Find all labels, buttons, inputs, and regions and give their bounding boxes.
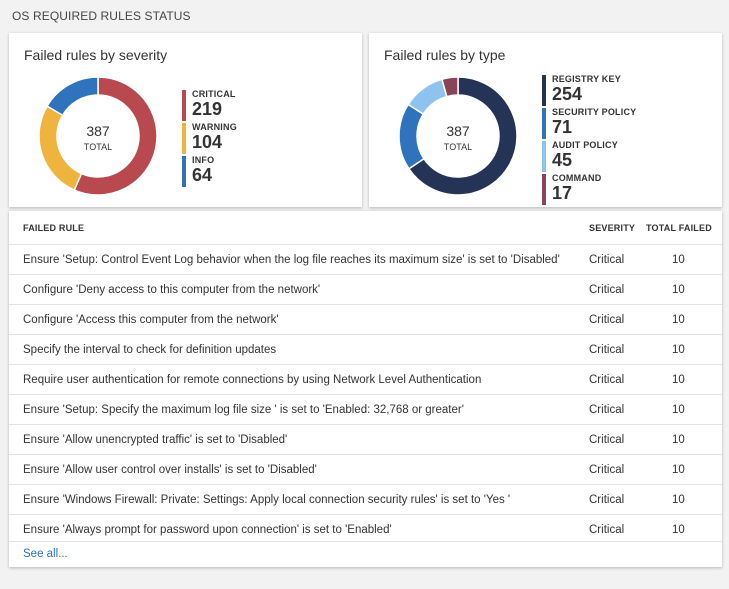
type-total-value: 387 — [446, 123, 470, 139]
see-all-link[interactable]: See all... — [23, 548, 68, 560]
table-header-row: FAILED RULE SEVERITY TOTAL FAILED — [9, 211, 722, 245]
severity-card[interactable]: Failed rules by severity 387 TOTAL CRITI… — [9, 33, 362, 207]
severity-cell: Critical — [589, 454, 646, 485]
type-legend-color-bar — [542, 75, 546, 106]
severity-legend-item[interactable]: CRITICAL 219 — [182, 88, 237, 121]
type-legend-color-bar — [542, 174, 546, 205]
severity-cell: Critical — [589, 334, 646, 365]
type-legend-item[interactable]: REGISTRY KEY 254 — [542, 73, 636, 106]
total-failed-cell: 10 — [646, 514, 722, 544]
severity-cell: Critical — [589, 244, 646, 275]
severity-legend-color-bar — [182, 90, 186, 121]
rule-cell: Ensure 'Always prompt for password upon … — [9, 514, 589, 544]
severity-total-label: TOTAL — [84, 142, 112, 152]
type-legend-value: 254 — [552, 84, 583, 104]
severity-donut-segment[interactable] — [38, 105, 83, 192]
page-title: OS REQUIRED RULES STATUS — [12, 9, 191, 23]
column-header-failed-rule[interactable]: FAILED RULE — [9, 211, 589, 245]
type-legend-label: SECURITY POLICY — [552, 107, 637, 117]
total-failed-cell: 10 — [646, 274, 722, 305]
rule-cell: Ensure 'Setup: Control Event Log behavio… — [9, 244, 589, 275]
severity-cell: Critical — [589, 484, 646, 515]
table-row[interactable]: Configure 'Access this computer from the… — [9, 304, 722, 335]
severity-legend-label: INFO — [192, 155, 215, 165]
table-footer-divider — [9, 541, 722, 542]
severity-donut-segment[interactable] — [46, 76, 99, 117]
table-row[interactable]: Ensure 'Setup: Specify the maximum log f… — [9, 394, 722, 425]
severity-donut-chart: 387 TOTAL — [38, 76, 158, 196]
table-row[interactable]: Configure 'Deny access to this computer … — [9, 274, 722, 305]
type-legend-label: REGISTRY KEY — [552, 74, 621, 84]
failed-rules-table-card: FAILED RULE SEVERITY TOTAL FAILED Ensure… — [9, 211, 722, 567]
severity-legend-value: 64 — [192, 165, 213, 185]
total-failed-cell: 10 — [646, 424, 722, 455]
type-legend-color-bar — [542, 108, 546, 139]
severity-card-title: Failed rules by severity — [24, 47, 168, 63]
total-failed-cell: 10 — [646, 364, 722, 395]
total-failed-cell: 10 — [646, 484, 722, 515]
severity-cell: Critical — [589, 274, 646, 305]
severity-legend-item[interactable]: INFO 64 — [182, 154, 237, 187]
failed-rules-table: FAILED RULE SEVERITY TOTAL FAILED Ensure… — [9, 211, 722, 544]
table-row[interactable]: Ensure 'Allow user control over installs… — [9, 454, 722, 485]
type-legend-item[interactable]: SECURITY POLICY 71 — [542, 106, 636, 139]
rule-cell: Ensure 'Setup: Specify the maximum log f… — [9, 394, 589, 425]
type-legend-item[interactable]: COMMAND 17 — [542, 172, 636, 205]
type-donut-segment[interactable] — [398, 103, 425, 170]
table-row[interactable]: Ensure 'Windows Firewall: Private: Setti… — [9, 484, 722, 515]
total-failed-cell: 10 — [646, 304, 722, 335]
rule-cell: Specify the interval to check for defini… — [9, 334, 589, 365]
type-legend-value: 45 — [552, 150, 573, 170]
severity-cell: Critical — [589, 514, 646, 544]
total-failed-cell: 10 — [646, 244, 722, 275]
table-row[interactable]: Ensure 'Always prompt for password upon … — [9, 514, 722, 544]
type-legend-label: AUDIT POLICY — [552, 140, 618, 150]
rule-cell: Ensure 'Allow unencrypted traffic' is se… — [9, 424, 589, 455]
type-legend-color-bar — [542, 141, 546, 172]
severity-legend-value: 104 — [192, 132, 223, 152]
type-donut-chart: 387 TOTAL — [398, 76, 518, 196]
type-donut-segment[interactable] — [407, 78, 448, 116]
total-failed-cell: 10 — [646, 334, 722, 365]
severity-total-value: 387 — [86, 123, 110, 139]
severity-cell: Critical — [589, 394, 646, 425]
table-row[interactable]: Require user authentication for remote c… — [9, 364, 722, 395]
rule-cell: Require user authentication for remote c… — [9, 364, 589, 395]
severity-legend-value: 219 — [192, 99, 223, 119]
type-legend-value: 71 — [552, 117, 573, 137]
rule-cell: Ensure 'Allow user control over installs… — [9, 454, 589, 485]
severity-legend-color-bar — [182, 156, 186, 187]
severity-cell: Critical — [589, 304, 646, 335]
severity-legend: CRITICAL 219 WARNING 104 INFO 64 — [182, 88, 237, 187]
severity-legend-label: CRITICAL — [192, 89, 236, 99]
severity-legend-label: WARNING — [192, 122, 237, 132]
type-legend-value: 17 — [552, 183, 573, 203]
severity-legend-item[interactable]: WARNING 104 — [182, 121, 237, 154]
type-card[interactable]: Failed rules by type 387 TOTAL REGISTRY … — [369, 33, 722, 207]
type-card-title: Failed rules by type — [384, 47, 506, 63]
severity-legend-color-bar — [182, 123, 186, 154]
column-header-severity[interactable]: SEVERITY — [589, 211, 646, 245]
table-row[interactable]: Ensure 'Setup: Control Event Log behavio… — [9, 244, 722, 275]
rule-cell: Ensure 'Windows Firewall: Private: Setti… — [9, 484, 589, 515]
total-failed-cell: 10 — [646, 454, 722, 485]
type-legend-label: COMMAND — [552, 173, 602, 183]
table-row[interactable]: Specify the interval to check for defini… — [9, 334, 722, 365]
total-failed-cell: 10 — [646, 394, 722, 425]
rule-cell: Configure 'Access this computer from the… — [9, 304, 589, 335]
column-header-total-failed[interactable]: TOTAL FAILED — [646, 211, 722, 245]
type-total-label: TOTAL — [444, 142, 472, 152]
type-legend-item[interactable]: AUDIT POLICY 45 — [542, 139, 636, 172]
severity-cell: Critical — [589, 424, 646, 455]
type-legend: REGISTRY KEY 254 SECURITY POLICY 71 AUDIT PO… — [542, 73, 636, 205]
severity-cell: Critical — [589, 364, 646, 395]
table-row[interactable]: Ensure 'Allow unencrypted traffic' is se… — [9, 424, 722, 455]
rule-cell: Configure 'Deny access to this computer … — [9, 274, 589, 305]
